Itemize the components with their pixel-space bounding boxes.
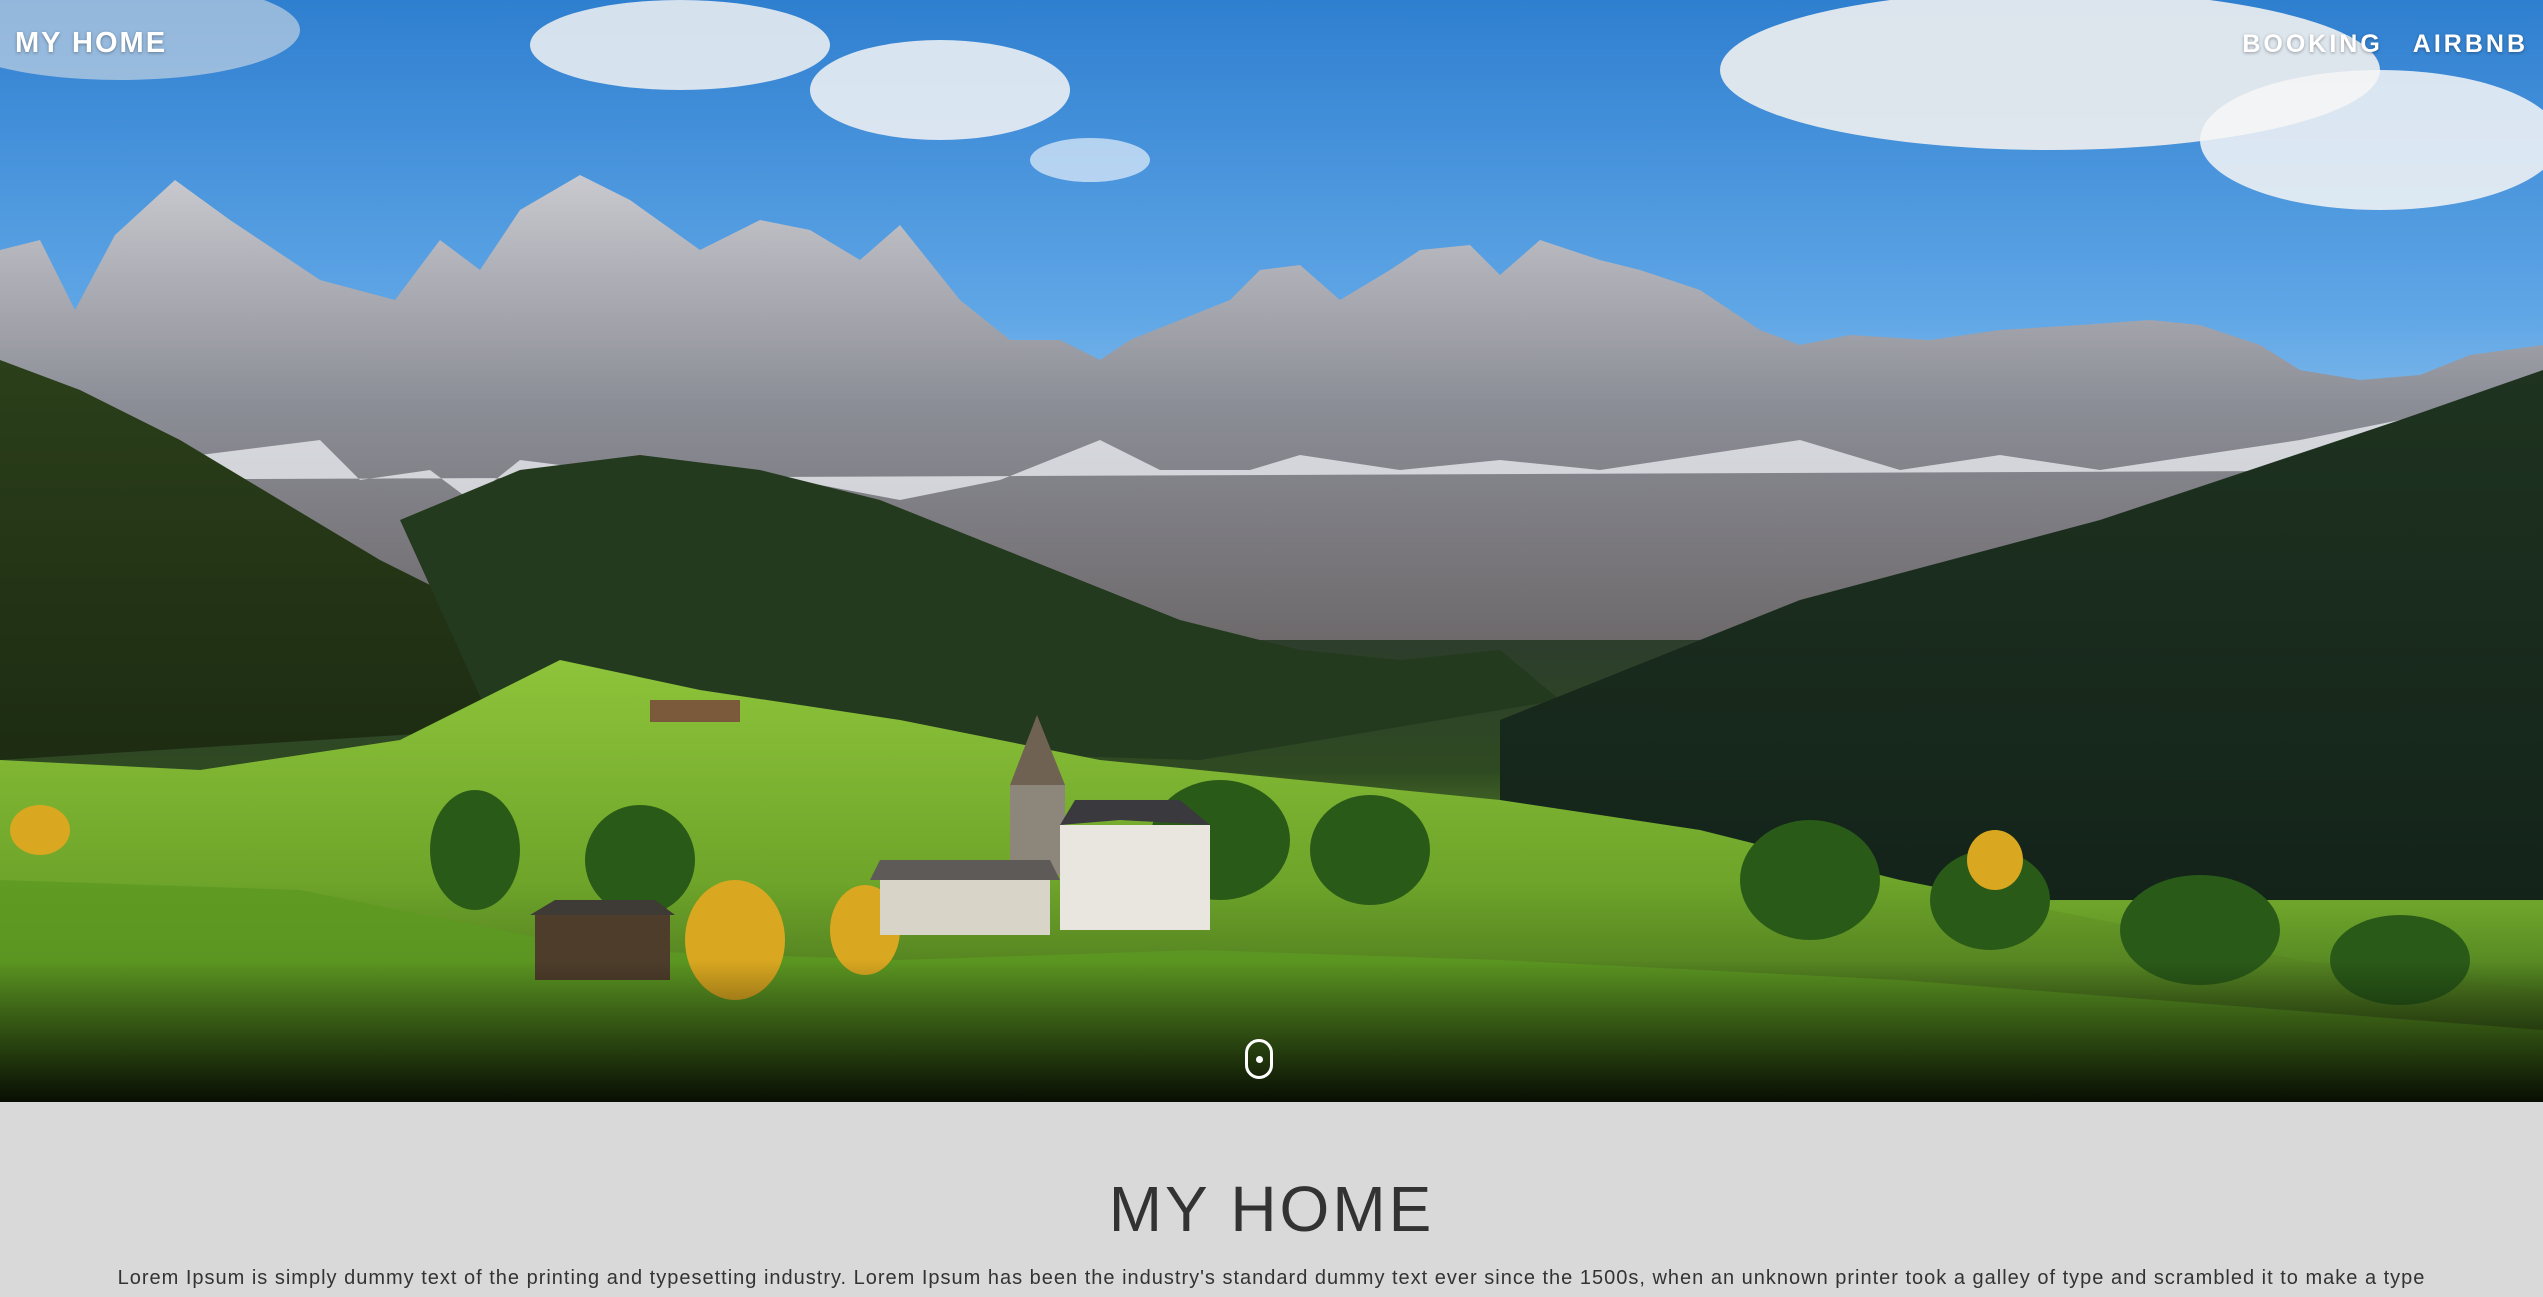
nav-link-airbnb[interactable]: AIRBNB <box>2413 30 2528 59</box>
mouse-scroll-icon[interactable] <box>1245 1039 1273 1079</box>
nav-links: BOOKING AIRBNB <box>2242 30 2528 59</box>
brand-logo-link[interactable]: MY HOME <box>15 27 167 60</box>
section-paragraph: Lorem Ipsum is simply dummy text of the … <box>117 1267 2426 1289</box>
section-title: MY HOME <box>1108 1173 1435 1245</box>
nav-link-booking[interactable]: BOOKING <box>2242 30 2382 59</box>
hero-banner: MY HOME BOOKING AIRBNB <box>0 0 2543 1102</box>
about-section: MY HOME Lorem Ipsum is simply dummy text… <box>0 1102 2543 1297</box>
scroll-wheel-dot <box>1255 1055 1263 1063</box>
top-navbar: MY HOME BOOKING AIRBNB <box>0 0 2543 90</box>
hero-background-image <box>0 0 2543 1102</box>
